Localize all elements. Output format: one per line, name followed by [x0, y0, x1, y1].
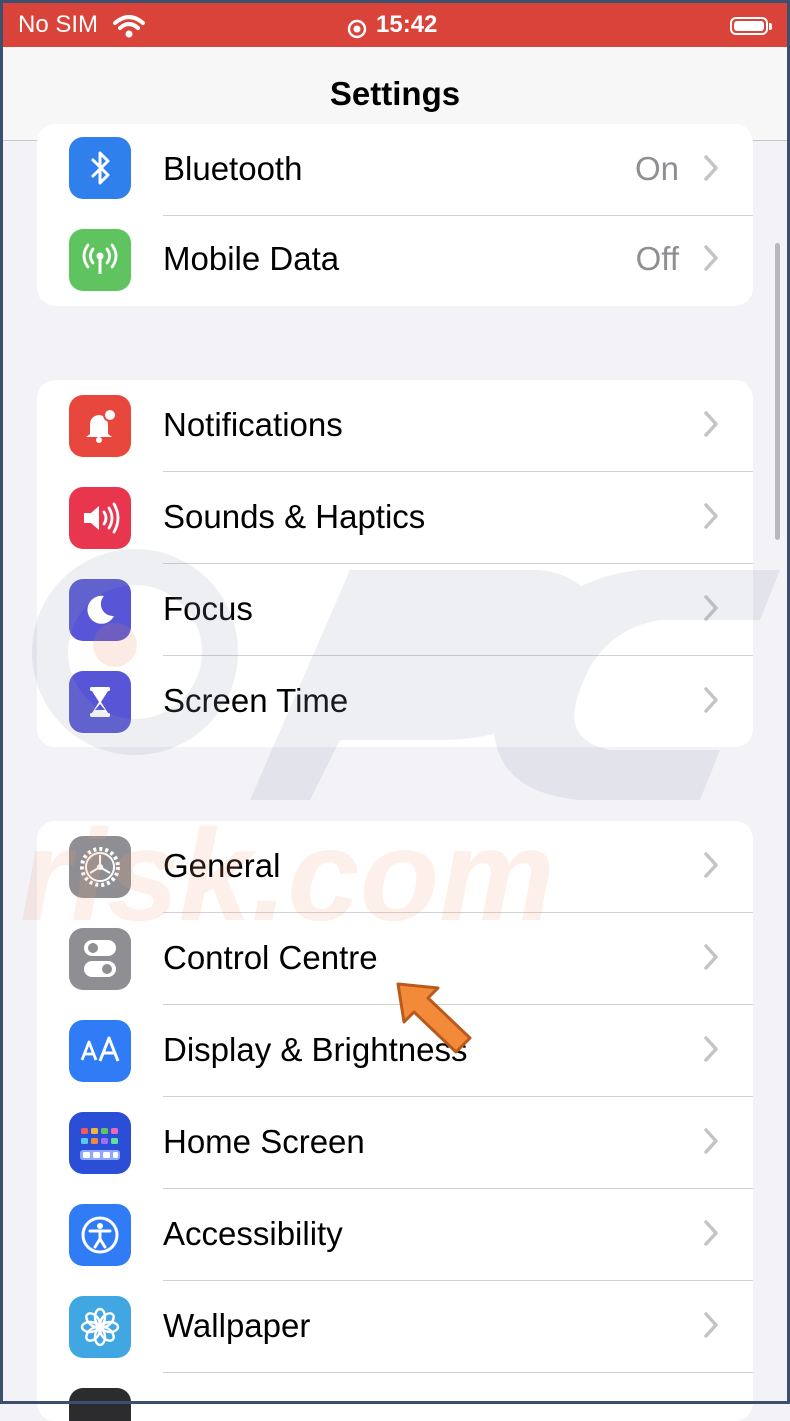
settings-group-notifications: Notifications Sounds & Haptics Focus Scr…	[37, 380, 753, 747]
status-bar: No SIM 15:42	[3, 3, 787, 47]
orientation-lock-icon	[347, 19, 367, 39]
chevron-right-icon	[704, 411, 718, 437]
row-label: Accessibility	[163, 1215, 343, 1252]
row-value: On	[634, 150, 679, 187]
chevron-right-icon	[704, 1128, 718, 1154]
row-focus[interactable]: Focus	[37, 564, 753, 656]
page-title: Settings	[329, 75, 461, 112]
row-label: Bluetooth	[163, 150, 303, 187]
chevron-right-icon	[704, 944, 718, 970]
row-value: Off	[635, 240, 679, 277]
row-sounds-haptics[interactable]: Sounds & Haptics	[37, 472, 753, 564]
row-label: Focus	[163, 590, 253, 627]
hourglass-icon	[69, 671, 131, 733]
row-mobile-data[interactable]: Mobile Data Off	[37, 214, 753, 306]
scroll-indicator	[775, 243, 780, 540]
antenna-icon	[69, 229, 131, 291]
row-label: Notifications	[163, 406, 343, 443]
app-icon-partial	[69, 1388, 131, 1421]
annotation-arrow-icon	[396, 982, 472, 1054]
chevron-right-icon	[704, 1220, 718, 1246]
text-size-icon	[69, 1020, 131, 1082]
chevron-right-icon	[704, 595, 718, 621]
speaker-icon	[69, 487, 131, 549]
flower-icon	[69, 1296, 131, 1358]
settings-group-general: General Control Centre Display & Brightn…	[37, 821, 753, 1421]
bell-icon	[69, 395, 131, 457]
chevron-right-icon	[704, 1312, 718, 1338]
row-wallpaper[interactable]: Wallpaper	[37, 1281, 753, 1373]
toggle-switches-icon	[69, 928, 131, 990]
gear-icon	[69, 836, 131, 898]
chevron-right-icon	[704, 155, 718, 181]
row-home-screen[interactable]: Home Screen	[37, 1097, 753, 1189]
row-label: Mobile Data	[163, 240, 340, 277]
settings-group-connectivity: Bluetooth On Mobile Data Off	[37, 124, 753, 306]
row-label: Home Screen	[163, 1123, 365, 1160]
row-general[interactable]: General	[37, 821, 753, 913]
wifi-icon	[113, 15, 145, 38]
row-bluetooth[interactable]: Bluetooth On	[37, 124, 753, 216]
carrier-label: No SIM	[18, 11, 99, 38]
chevron-right-icon	[704, 503, 718, 529]
chevron-right-icon	[704, 687, 718, 713]
battery-icon	[730, 17, 772, 35]
chevron-right-icon	[704, 852, 718, 878]
row-label: General	[163, 847, 281, 884]
row-label: Control Centre	[163, 939, 378, 976]
clock: 15:42	[376, 11, 438, 38]
row-label: Screen Time	[163, 682, 349, 719]
chevron-right-icon	[704, 1036, 718, 1062]
row-notifications[interactable]: Notifications	[37, 380, 753, 472]
app-grid-icon	[69, 1112, 131, 1174]
accessibility-icon	[69, 1204, 131, 1266]
row-screen-time[interactable]: Screen Time	[37, 656, 753, 747]
moon-icon	[69, 579, 131, 641]
row-label: Sounds & Haptics	[163, 498, 426, 535]
row-next-partial[interactable]	[37, 1373, 753, 1421]
row-accessibility[interactable]: Accessibility	[37, 1189, 753, 1281]
row-label: Wallpaper	[163, 1307, 311, 1344]
chevron-right-icon	[704, 245, 718, 271]
bluetooth-icon	[69, 137, 131, 199]
